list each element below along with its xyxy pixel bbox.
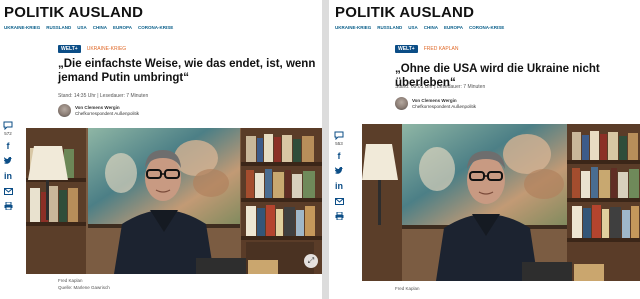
comment-count: 572 [4, 131, 12, 136]
article-meta: Stand: 14:35 Uhr | Lesedauer: 7 Minuten [58, 93, 149, 99]
expand-icon: ⤢ [307, 256, 315, 265]
author-role: Chefkorrespondent Außenpolitik [75, 110, 140, 116]
screenshot-collage: POLITIK AUSLAND UKRAINE-KRIEG RUSSLAND U… [0, 0, 640, 299]
photo-caption: Fred Kaplan Quelle: Marlene Gawrisch [58, 277, 110, 291]
nav-item-china[interactable]: CHINA [424, 25, 438, 30]
caption-source: Quelle: Marlene Gawrisch [58, 285, 110, 290]
nav-item-europa[interactable]: EUROPA [444, 25, 463, 30]
section-brand[interactable]: POLITIK AUSLAND [4, 4, 143, 21]
comment-icon[interactable] [3, 120, 13, 130]
nav-item-usa[interactable]: USA [77, 25, 87, 30]
comment-icon[interactable] [334, 130, 344, 140]
nav-item-china[interactable]: CHINA [93, 25, 107, 30]
welt-plus-badge: WELT+ [395, 45, 418, 53]
linkedin-icon[interactable]: in [334, 181, 344, 191]
twitter-icon[interactable] [3, 156, 13, 166]
portrait-image [362, 124, 640, 281]
article-photo[interactable]: ⤢ [26, 128, 322, 274]
mail-icon[interactable] [3, 186, 13, 196]
expand-photo-button[interactable]: ⤢ [304, 254, 318, 268]
headline-line-2: jemand Putin umbringt“ [58, 72, 189, 84]
twitter-icon[interactable] [334, 166, 344, 176]
welt-plus-badge: WELT+ [58, 45, 81, 53]
print-icon[interactable] [334, 211, 344, 221]
nav-item-ukraine-krieg[interactable]: UKRAINE-KRIEG [335, 25, 371, 30]
caption-name: Fred Kaplan [395, 286, 420, 291]
share-sidebar: 572 f in [3, 120, 13, 211]
portrait-image [26, 128, 322, 274]
headline-line-1: „Die einfachste Weise, wie das endet, is… [58, 58, 316, 70]
left-article-panel: POLITIK AUSLAND UKRAINE-KRIEG RUSSLAND U… [0, 0, 322, 299]
linkedin-icon[interactable]: in [3, 171, 13, 181]
photo-caption: Fred Kaplan [395, 285, 420, 292]
facebook-icon[interactable]: f [334, 151, 344, 161]
topic-tag[interactable]: UKRAINE-KRIEG [87, 46, 126, 52]
author-avatar [58, 104, 71, 117]
nav-item-corona-krise[interactable]: CORONA-KRISE [138, 25, 173, 30]
nav-item-corona-krise[interactable]: CORONA-KRISE [469, 25, 504, 30]
section-brand[interactable]: POLITIK AUSLAND [335, 4, 474, 21]
comment-count: 553 [335, 141, 343, 146]
nav-item-ukraine-krieg[interactable]: UKRAINE-KRIEG [4, 25, 40, 30]
mail-icon[interactable] [334, 196, 344, 206]
nav-item-russland[interactable]: RUSSLAND [377, 25, 402, 30]
right-article-panel: POLITIK AUSLAND UKRAINE-KRIEG RUSSLAND U… [329, 0, 640, 299]
facebook-icon[interactable]: f [3, 141, 13, 151]
author-avatar [395, 97, 408, 110]
article-tags: WELT+ UKRAINE-KRIEG [58, 45, 126, 53]
section-nav: UKRAINE-KRIEG RUSSLAND USA CHINA EUROPA … [335, 25, 504, 30]
nav-item-russland[interactable]: RUSSLAND [46, 25, 71, 30]
article-headline: „Die einfachste Weise, wie das endet, is… [58, 57, 320, 85]
nav-item-europa[interactable]: EUROPA [113, 25, 132, 30]
article-photo[interactable] [362, 124, 640, 281]
article-tags: WELT+ FRED KAPLAN [395, 45, 458, 53]
nav-item-usa[interactable]: USA [408, 25, 418, 30]
share-sidebar: 553 f in [334, 130, 344, 221]
print-icon[interactable] [3, 201, 13, 211]
author-block: Von Clemens Wergin Chefkorrespondent Auß… [58, 104, 139, 117]
caption-name: Fred Kaplan [58, 278, 83, 283]
author-block: Von Clemens Wergin Chefkorrespondent Auß… [395, 97, 476, 110]
author-role: Chefkorrespondent Außenpolitik [412, 103, 477, 109]
topic-tag[interactable]: FRED KAPLAN [424, 46, 459, 52]
article-meta: Stand: 09:01 Uhr | Lesedauer: 7 Minuten [395, 84, 486, 90]
section-nav: UKRAINE-KRIEG RUSSLAND USA CHINA EUROPA … [4, 25, 173, 30]
